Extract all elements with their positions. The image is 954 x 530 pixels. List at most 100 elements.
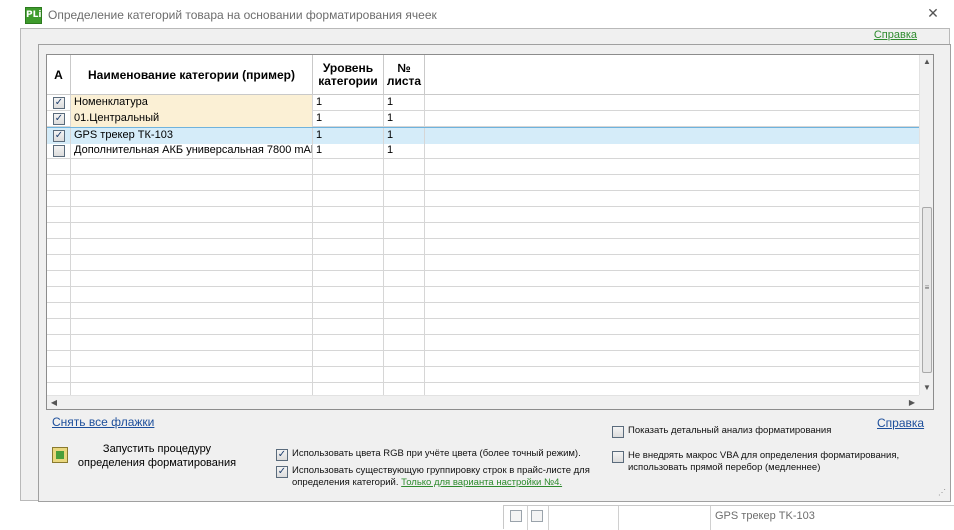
category-name-cell <box>71 239 313 255</box>
resize-grip-icon[interactable]: ⋰ <box>938 488 946 497</box>
category-level-cell <box>313 271 384 287</box>
category-level-cell[interactable]: 1 <box>313 111 384 127</box>
category-name-cell <box>71 191 313 207</box>
filler-cell <box>425 335 919 351</box>
bg-gridline <box>548 506 549 530</box>
sheet-number-cell[interactable]: 1 <box>384 111 425 127</box>
vertical-scrollbar[interactable]: ▲ ≡ ▼ <box>919 55 933 395</box>
scroll-down-icon[interactable]: ▼ <box>920 381 933 395</box>
header-category-name[interactable]: Наименование категории (пример) <box>71 55 313 95</box>
category-name-cell[interactable]: GPS трекер ТК-103 <box>71 128 313 144</box>
row-checkbox[interactable]: ✓ <box>53 113 65 125</box>
category-level-cell[interactable]: 1 <box>313 95 384 111</box>
row-checkbox[interactable]: ✓ <box>53 130 65 142</box>
window-title: Определение категорий товара на основани… <box>48 8 437 22</box>
filler-cell <box>425 319 919 335</box>
uncheck-all-link[interactable]: Снять все флажки <box>52 415 154 429</box>
no-vba-checkbox[interactable] <box>612 451 624 463</box>
no-vba-label: Не внедрять макрос VBA для определения ф… <box>628 450 900 473</box>
scroll-up-icon[interactable]: ▲ <box>920 55 933 69</box>
sheet-number-cell <box>384 159 425 175</box>
rgb-label: Использовать цвета RGB при учёте цвета (… <box>292 448 581 459</box>
category-name-cell <box>71 287 313 303</box>
sheet-number-cell <box>384 191 425 207</box>
sheet-number-cell <box>384 335 425 351</box>
sheet-number-cell[interactable]: 1 <box>384 95 425 111</box>
scroll-right-icon[interactable]: ▶ <box>905 396 919 409</box>
row-check-cell: ✓ <box>47 128 71 144</box>
bg-gridline <box>618 506 619 530</box>
row-check-cell <box>47 351 71 367</box>
category-name-cell <box>71 351 313 367</box>
dialog-window: PLi Определение категорий товара на осно… <box>0 0 954 505</box>
rgb-checkbox[interactable]: ✓ <box>276 449 288 461</box>
category-name-cell <box>71 159 313 175</box>
detailed-label: Показать детальный анализ форматирования <box>628 425 832 436</box>
filler-cell <box>425 128 919 144</box>
header-category-level[interactable]: Уровень категории <box>313 55 384 95</box>
filler-cell <box>425 367 919 383</box>
category-level-cell <box>313 319 384 335</box>
category-name-cell[interactable]: 01.Центральный <box>71 111 313 127</box>
row-check-cell <box>47 287 71 303</box>
row-check-cell <box>47 223 71 239</box>
empty-row <box>47 223 919 239</box>
table-row[interactable]: ✓ Номенклатура 1 1 <box>47 95 919 111</box>
category-name-cell[interactable]: Номенклатура <box>71 95 313 111</box>
scroll-corner <box>919 395 933 409</box>
header-a[interactable]: A <box>47 55 71 95</box>
row-check-cell <box>47 159 71 175</box>
run-procedure-button[interactable]: Запустить процедуру определения форматир… <box>71 442 243 470</box>
table-row[interactable]: ✓ 01.Центральный 1 1 <box>47 111 919 127</box>
help-link-top[interactable]: Справка <box>874 29 917 41</box>
table-row[interactable]: Дополнительная АКБ универсальная 7800 mA… <box>47 143 919 159</box>
empty-row <box>47 207 919 223</box>
empty-row <box>47 319 919 335</box>
scroll-left-icon[interactable]: ◀ <box>47 396 61 409</box>
scroll-thumb[interactable]: ≡ <box>922 207 932 373</box>
sheet-number-cell <box>384 207 425 223</box>
bg-gridline <box>710 506 711 530</box>
row-check-cell <box>47 239 71 255</box>
row-check-cell <box>47 319 71 335</box>
detailed-checkbox[interactable] <box>612 426 624 438</box>
grouping-checkbox[interactable]: ✓ <box>276 466 288 478</box>
category-name-cell[interactable]: Дополнительная АКБ универсальная 7800 mA… <box>71 143 313 159</box>
row-checkbox[interactable]: ✓ <box>53 97 65 109</box>
header-sheet-number[interactable]: № листа <box>384 55 425 95</box>
table-row[interactable]: ✓ GPS трекер ТК-103 1 1 <box>47 127 919 144</box>
category-level-cell <box>313 335 384 351</box>
category-level-cell <box>313 207 384 223</box>
help-link-bottom[interactable]: Справка <box>877 416 924 430</box>
row-check-cell <box>47 191 71 207</box>
row-check-cell <box>47 207 71 223</box>
sheet-number-cell <box>384 223 425 239</box>
category-level-cell <box>313 367 384 383</box>
filler-cell <box>425 95 919 111</box>
bg-checkbox <box>531 510 543 522</box>
filler-cell <box>425 271 919 287</box>
grouping-link[interactable]: Только для варианта настройки №4. <box>401 477 562 488</box>
bg-gridline <box>527 506 528 530</box>
grouping-text: Использовать существующую группировку ст… <box>292 465 602 489</box>
horizontal-scrollbar[interactable]: ◀ ▶ <box>47 395 919 409</box>
row-checkbox[interactable] <box>53 145 65 157</box>
empty-row <box>47 255 919 271</box>
sheet-number-cell <box>384 367 425 383</box>
filler-cell <box>425 175 919 191</box>
filler-cell <box>425 287 919 303</box>
empty-row <box>47 175 919 191</box>
empty-row <box>47 287 919 303</box>
filler-cell <box>425 239 919 255</box>
sheet-number-cell[interactable]: 1 <box>384 143 425 159</box>
category-level-cell <box>313 287 384 303</box>
category-level-cell[interactable]: 1 <box>313 128 384 144</box>
run-procedure-icon[interactable] <box>52 447 68 463</box>
close-button[interactable]: ✕ <box>926 6 940 20</box>
sheet-number-cell[interactable]: 1 <box>384 128 425 144</box>
sheet-number-cell <box>384 351 425 367</box>
filler-cell <box>425 303 919 319</box>
sheet-number-cell <box>384 303 425 319</box>
category-level-cell[interactable]: 1 <box>313 143 384 159</box>
empty-row <box>47 335 919 351</box>
